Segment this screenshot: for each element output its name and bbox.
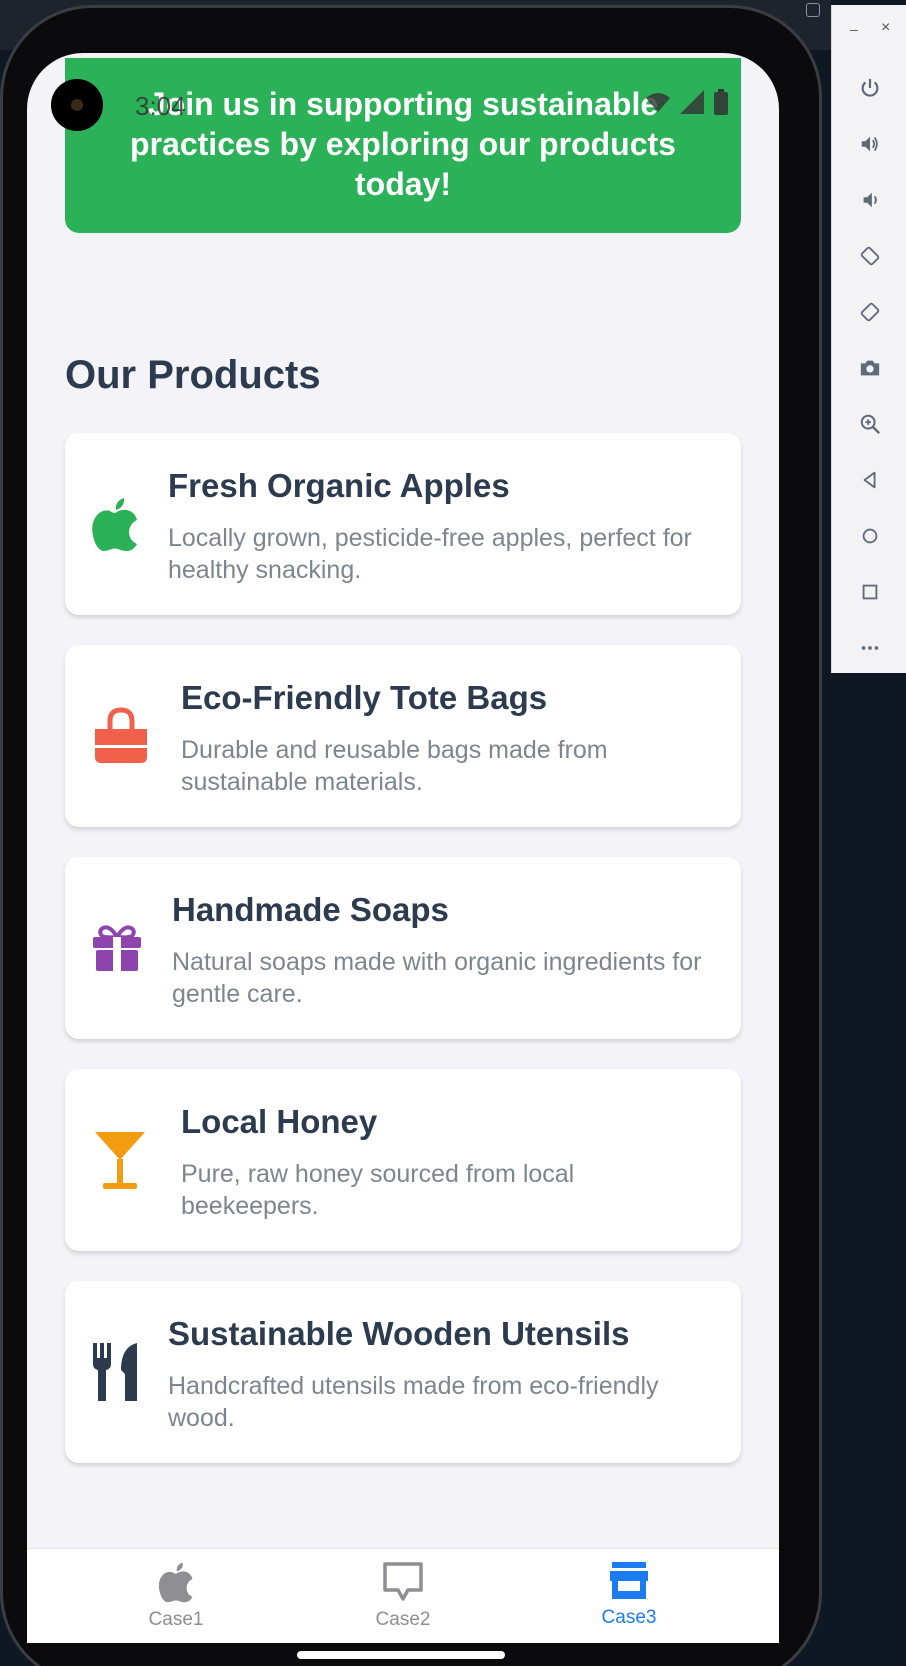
product-description: Handcrafted utensils made from eco-frien… [168,1372,659,1432]
more-button[interactable] [832,620,906,676]
restore-window-icon[interactable] [806,3,820,17]
product-card-soaps[interactable]: Handmade Soaps Natural soaps made with o… [65,857,741,1039]
wifi-icon [646,93,670,112]
store-icon [610,1562,648,1599]
gift-icon [92,857,142,1039]
volume-down-icon [863,192,877,208]
tab-label: Case2 [375,1609,431,1630]
apple-icon [91,433,139,615]
tab-label: Case3 [601,1607,657,1628]
tab-case1[interactable]: Case1 [51,1549,301,1643]
product-card-apples[interactable]: Fresh Organic Apples Locally grown, pest… [65,433,741,615]
screenshot-button[interactable] [832,340,906,396]
product-name: Fresh Organic Apples [168,467,510,504]
zoom-button[interactable] [832,396,906,452]
volume-up-button[interactable] [832,116,906,172]
overview-icon [862,584,877,600]
rotate-right-icon [860,302,879,322]
apple-icon [158,1562,193,1603]
chat-bubble-icon [383,1562,423,1601]
power-button[interactable] [832,60,906,116]
rotate-left-icon [860,246,879,266]
back-icon [863,471,875,489]
product-description: Locally grown, pesticide-free apples, pe… [168,524,692,584]
phone-frame: Join us in supporting sustainable practi… [0,5,822,1666]
zoom-icon [860,414,880,435]
minimize-button[interactable]: – [850,21,858,37]
cocktail-glass-icon [94,1069,146,1251]
section-title: Our Products [65,353,321,397]
product-name: Eco-Friendly Tote Bags [181,679,548,716]
utensils-icon [92,1281,140,1463]
status-icons [645,89,729,115]
product-card-tote-bags[interactable]: Eco-Friendly Tote Bags Durable and reusa… [65,645,741,827]
back-button[interactable] [832,452,906,508]
product-description: Natural soaps made with organic ingredie… [172,948,702,1008]
product-name: Handmade Soaps [172,891,449,928]
product-card-honey[interactable]: Local Honey Pure, raw honey sourced from… [65,1069,741,1251]
product-name: Local Honey [181,1103,378,1140]
tab-case2[interactable]: Case2 [278,1549,528,1643]
signal-icon [680,90,704,114]
product-description: Durable and reusable bags made from sust… [181,736,608,796]
bottom-tab-bar: Case1 Case2 Case3 [27,1548,779,1643]
rotate-left-button[interactable] [832,228,906,284]
status-bar: 3:04 [27,53,779,153]
overview-button[interactable] [832,564,906,620]
volume-down-button[interactable] [832,172,906,228]
toolbar-header: – × [832,5,906,60]
camera-icon [860,360,879,376]
app-screen: Join us in supporting sustainable practi… [27,53,779,1643]
close-button[interactable]: × [881,19,890,37]
battery-icon [714,89,728,115]
product-name: Sustainable Wooden Utensils [168,1315,630,1352]
power-icon [861,78,878,97]
home-button[interactable] [832,508,906,564]
rotate-right-button[interactable] [832,284,906,340]
more-icon [861,646,878,650]
emulator-toolbar: – × [831,5,906,673]
home-indicator[interactable] [297,1651,505,1659]
front-camera [51,79,103,131]
status-time: 3:04 [135,91,186,121]
tab-label: Case1 [148,1609,204,1630]
home-icon [862,528,877,544]
product-description: Pure, raw honey sourced from local beeke… [181,1160,575,1220]
product-card-utensils[interactable]: Sustainable Wooden Utensils Handcrafted … [65,1281,741,1463]
tab-case3[interactable]: Case3 [504,1549,754,1643]
volume-up-icon [861,136,878,152]
shopping-bag-icon [92,645,150,827]
